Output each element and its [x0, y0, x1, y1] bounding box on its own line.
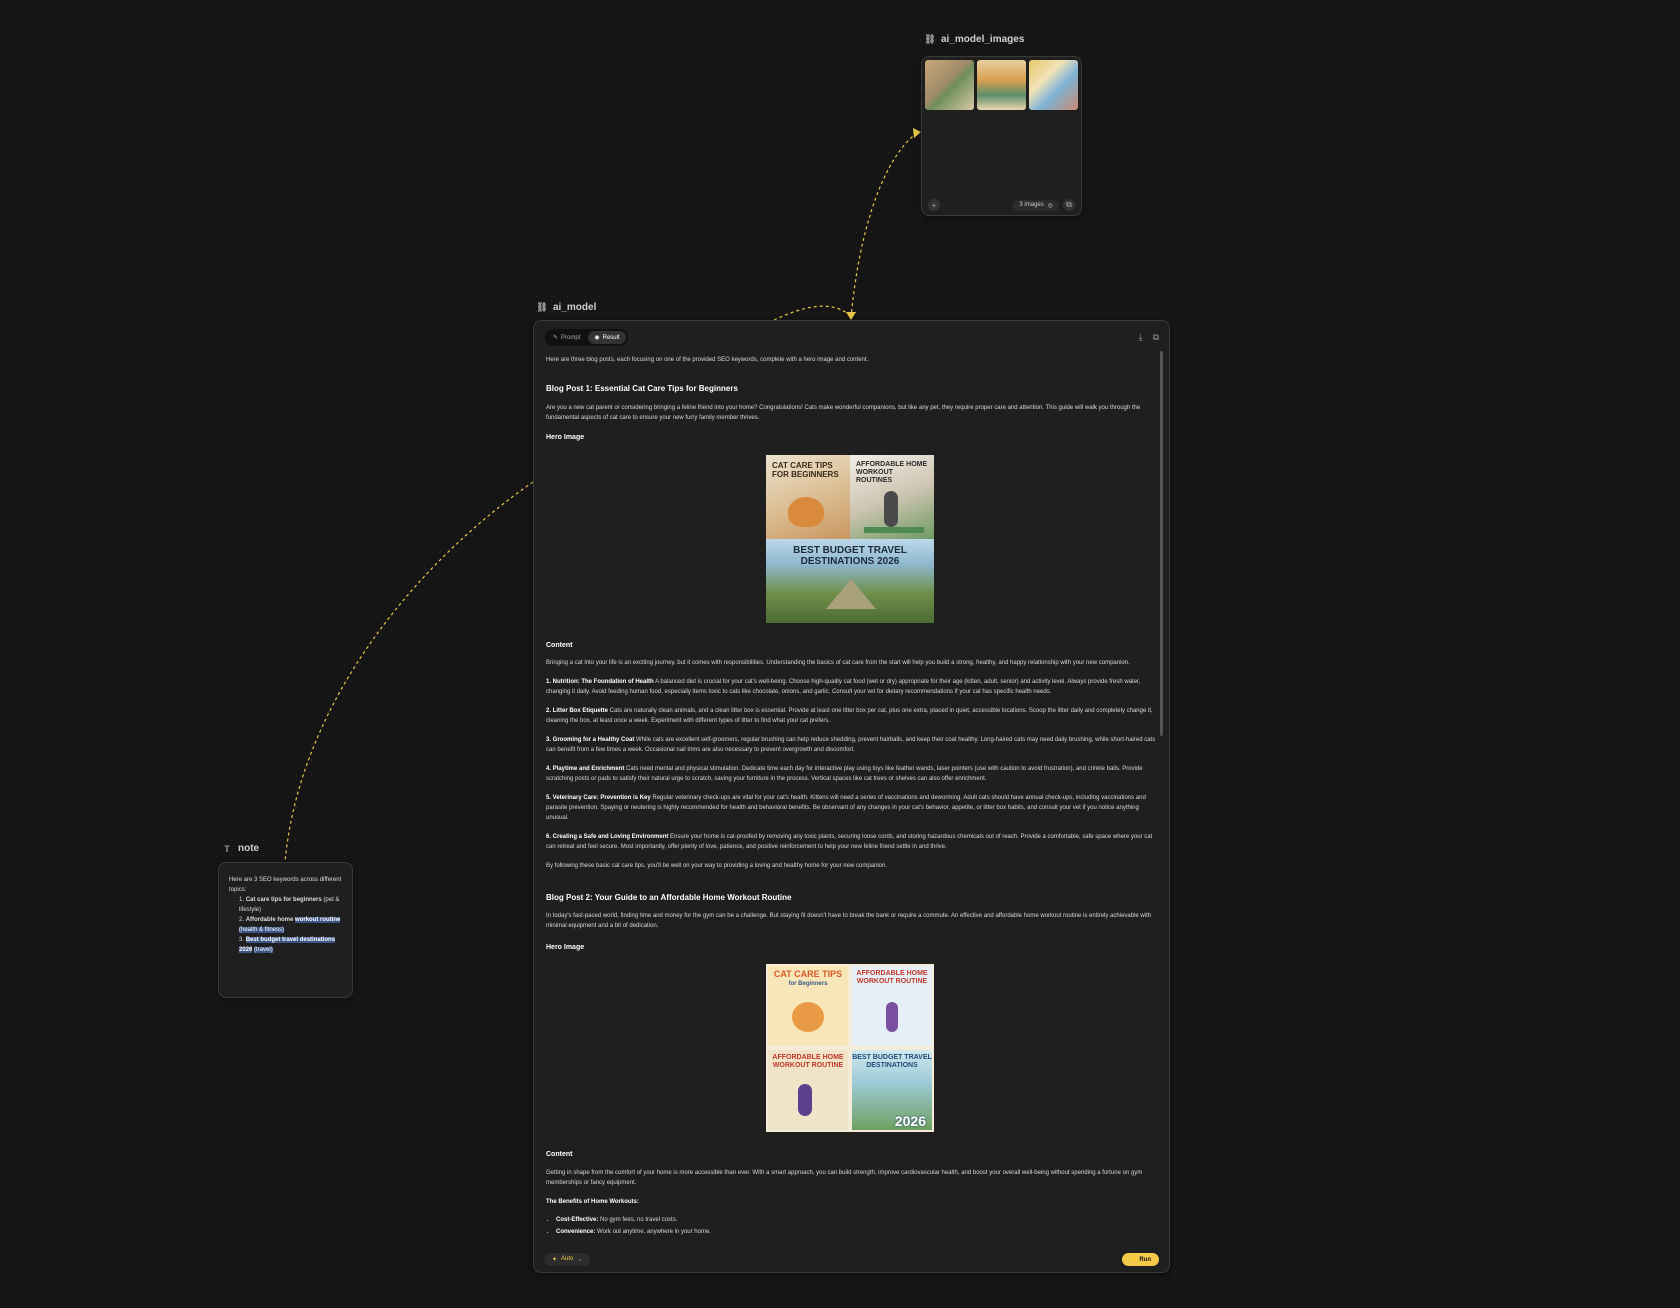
- copy-icon[interactable]: ⧉: [1063, 199, 1075, 211]
- keyword-list: 1. Cat care tips for beginners (pet & li…: [229, 895, 342, 955]
- mountain-illustration: [826, 579, 876, 609]
- edit-icon: ✎: [553, 335, 559, 341]
- result-content[interactable]: Here are three blog posts, each focusing…: [546, 355, 1156, 1255]
- image-thumbnail-3[interactable]: [1029, 60, 1078, 110]
- post2-hero-label: Hero Image: [546, 944, 585, 951]
- post1-hero-image[interactable]: CAT CARE TIPS FOR BEGINNERS AFFORDABLE H…: [766, 455, 934, 623]
- text-icon: T: [224, 843, 230, 854]
- edge-input-to-model: [773, 305, 852, 321]
- chevron-down-icon: ⌄: [577, 1257, 583, 1263]
- edge-arrow-images: [913, 128, 921, 138]
- post2-content-label: Content: [546, 1151, 573, 1158]
- list-item: 1. Cat care tips for beginners (pet & li…: [239, 897, 340, 913]
- post2-benefits-list: Cost-Effective: No gym fees, no travel c…: [546, 1215, 1156, 1237]
- person-illustration: [886, 1002, 898, 1032]
- edge-arrow-model: [846, 312, 856, 320]
- post1-item-6: 6. Creating a Safe and Loving Environmen…: [546, 834, 1153, 850]
- post1-item-2: 2. Litter Box Etiquette Cats are natural…: [546, 708, 1153, 724]
- view-tabs: ✎ Prompt ◉ Result: [545, 329, 628, 346]
- list-item: 3. Best budget travel destinations 2026 …: [239, 937, 336, 953]
- model-select[interactable]: ✦ Auto ⌄: [544, 1253, 591, 1266]
- person-illustration-2: [798, 1084, 812, 1116]
- post1-item-4: 4. Playtime and Enrichment Cats need men…: [546, 766, 1143, 782]
- hero1-text-workout: AFFORDABLE HOME WORKOUT ROUTINES: [856, 461, 928, 484]
- sparkle-icon: ✦: [552, 1257, 558, 1263]
- image-count-badge[interactable]: 3 images ◎: [1013, 199, 1059, 211]
- note-intro: Here are 3 SEO keywords across different…: [229, 877, 342, 893]
- tab-prompt[interactable]: ✎ Prompt: [547, 331, 586, 344]
- cat-illustration: [788, 497, 824, 527]
- model-node[interactable]: ✎ Prompt ◉ Result ⤓ ⧉ Here are three blo…: [533, 320, 1170, 1273]
- result-icon: ◉: [594, 335, 600, 341]
- post1-outro: By following these basic cat care tips, …: [546, 863, 887, 869]
- hero1-text-travel: BEST BUDGET TRAVEL DESTINATIONS 2026: [793, 545, 907, 567]
- person-illustration: [884, 491, 898, 527]
- post1-item-5: 5. Veterinary Care: Prevention is Key Re…: [546, 795, 1146, 821]
- link-icon: ⛓: [924, 34, 936, 44]
- mat-illustration: [864, 527, 924, 533]
- hero2-text-cat: CAT CARE TIPS: [773, 969, 843, 979]
- cat-illustration: [792, 1002, 824, 1032]
- hero2-text-travel: BEST BUDGET TRAVEL DESTINATIONS: [852, 1054, 932, 1069]
- list-item: Cost-Effective: No gym fees, no travel c…: [556, 1215, 1156, 1225]
- hero2-text-workout-2: AFFORDABLE HOME WORKOUT ROUTINE: [772, 1054, 844, 1069]
- hero2-text-year: 2026: [894, 1113, 926, 1129]
- post2-benefits-title: The Benefits of Home Workouts:: [546, 1199, 639, 1205]
- hero2-text-workout-1: AFFORDABLE HOME WORKOUT ROUTINE: [856, 970, 928, 985]
- scrollbar[interactable]: [1160, 351, 1163, 736]
- copy-icon[interactable]: ⧉: [1153, 332, 1159, 343]
- hero1-text-cat: CAT CARE TIPS FOR BEGINNERS: [772, 461, 839, 479]
- image-thumbnail-2[interactable]: [977, 60, 1026, 110]
- run-button[interactable]: ⚡ Run: [1122, 1253, 1159, 1266]
- post1-content-label: Content: [546, 642, 573, 649]
- download-icon[interactable]: ⤓: [1139, 332, 1143, 343]
- run-icon: ⚡: [1130, 1257, 1138, 1263]
- post2-hero-image[interactable]: CAT CARE TIPS for Beginners AFFORDABLE H…: [766, 964, 934, 1132]
- post2-intro: In today's fast-paced world, finding tim…: [546, 913, 1152, 929]
- tab-result[interactable]: ◉ Result: [588, 331, 626, 344]
- note-node[interactable]: Here are 3 SEO keywords across different…: [218, 862, 353, 998]
- images-node-label[interactable]: ⛓ ai_model_images: [924, 34, 1024, 45]
- model-node-label[interactable]: ⛓ ai_model: [536, 302, 596, 313]
- list-item: 2. Affordable home workout routine (heal…: [239, 917, 341, 933]
- edge-note-to-model: [284, 481, 534, 863]
- hero2-text-cat-sub: for Beginners: [788, 981, 828, 987]
- note-node-label[interactable]: T note: [222, 843, 259, 854]
- add-icon[interactable]: +: [928, 199, 940, 211]
- intro-text: Here are three blog posts, each focusing…: [546, 357, 869, 363]
- image-thumbnail-1[interactable]: [925, 60, 974, 110]
- post1-item-1: 1. Nutrition: The Foundation of Health A…: [546, 679, 1141, 695]
- post1-title: Blog Post 1: Essential Cat Care Tips for…: [546, 384, 738, 393]
- post1-intro: Are you a new cat parent or considering …: [546, 405, 1141, 421]
- list-item: Convenience: Work out anytime, anywhere …: [556, 1227, 1156, 1237]
- post2-content-intro: Getting in shape from the comfort of you…: [546, 1170, 1143, 1186]
- post1-hero-label: Hero Image: [546, 434, 585, 441]
- images-node[interactable]: + 3 images ◎ ⧉: [921, 56, 1082, 216]
- post2-title: Blog Post 2: Your Guide to an Affordable…: [546, 893, 792, 902]
- post1-content-intro: Bringing a cat into your life is an exci…: [546, 660, 1130, 666]
- post1-item-3: 3. Grooming for a Healthy Coat While cat…: [546, 737, 1156, 753]
- link-icon: ⛓: [536, 302, 548, 312]
- thumbnail-row: [922, 57, 1081, 113]
- gallery-icon: ◎: [1047, 202, 1053, 209]
- edge-model-to-images: [850, 131, 919, 319]
